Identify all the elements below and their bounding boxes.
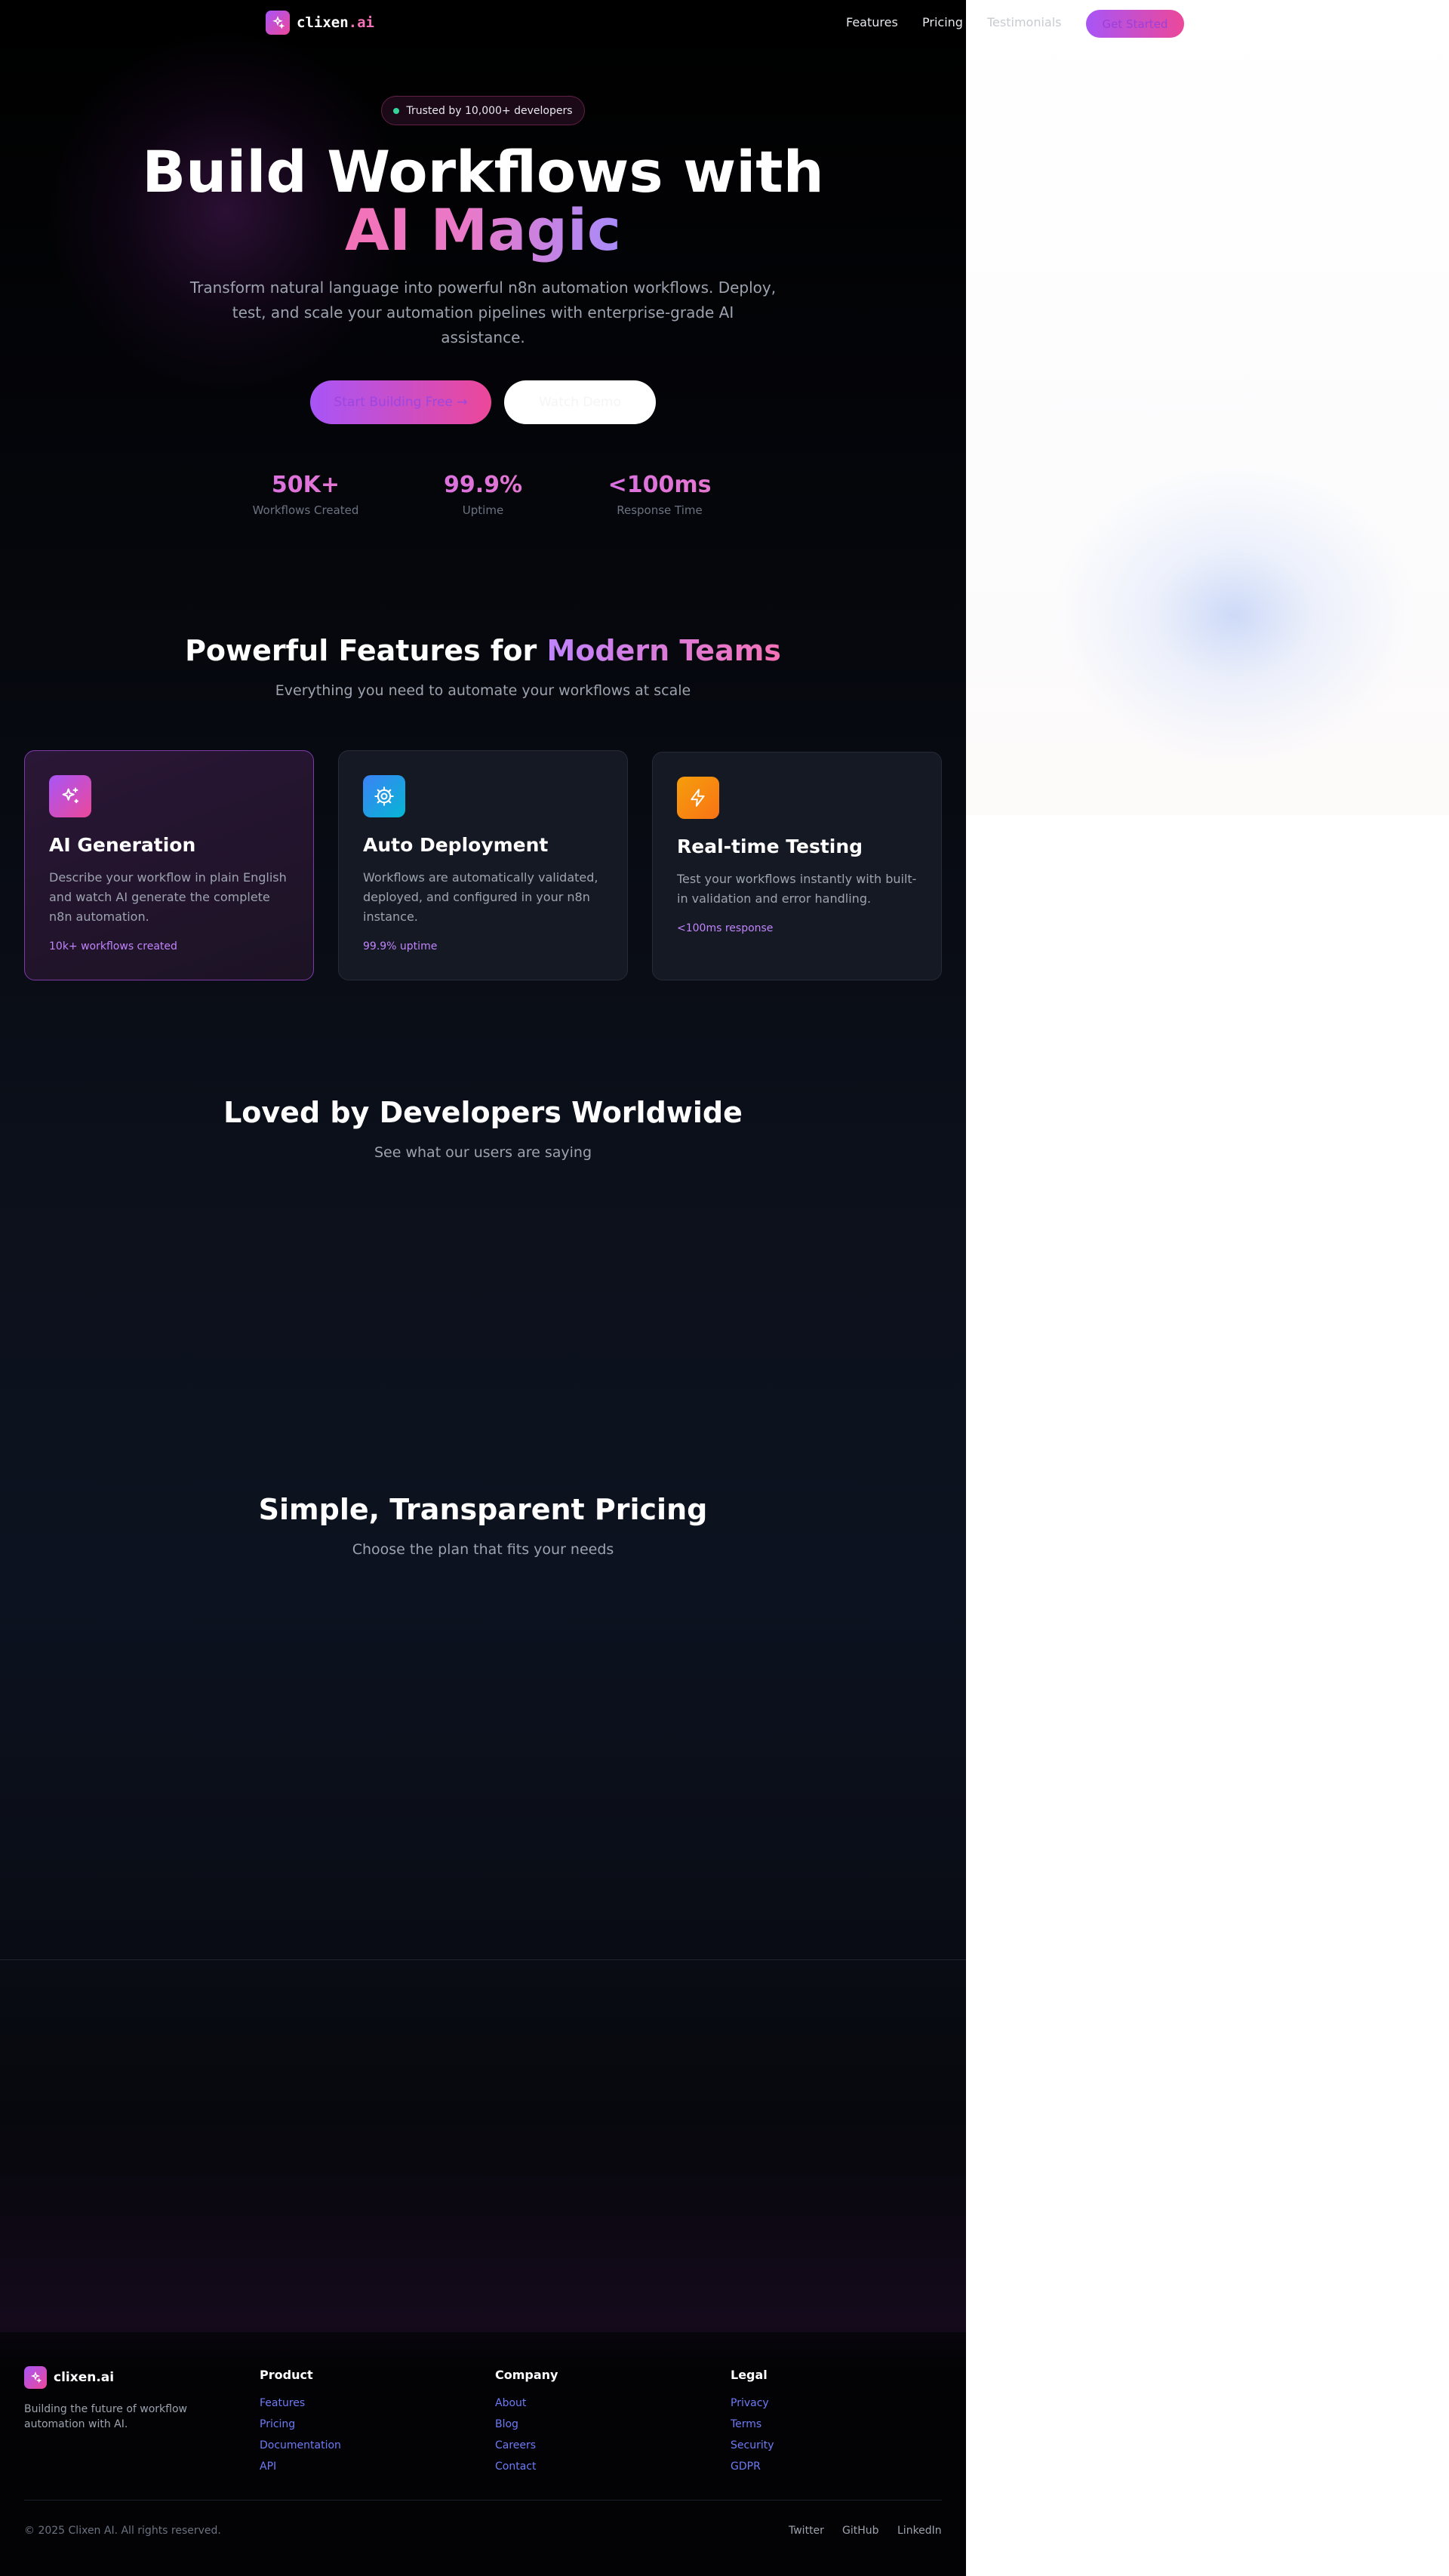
footer-brand: clixen.ai (54, 2370, 115, 2385)
feature-card-realtime-testing[interactable]: Real-time Testing Test your workflows in… (652, 752, 942, 980)
sparkles-icon (49, 775, 91, 817)
card-stat: 10k+ workflows created (49, 940, 177, 953)
status-dot-icon (393, 107, 400, 114)
hero-title: Build Workflows with (142, 138, 824, 205)
stat-label: Workflows Created (252, 503, 359, 517)
nav-link-testimonials[interactable]: Testimonials (987, 15, 1062, 29)
footer-link-security[interactable]: Security (731, 2438, 774, 2459)
card-title: AI Generation (49, 834, 196, 856)
testimonials-title: Loved by Developers Worldwide (223, 1096, 743, 1129)
stat-uptime: 99.9% Uptime (392, 472, 574, 517)
stat-value: 99.9% (392, 472, 574, 499)
watch-demo-button[interactable]: Watch Demo (504, 380, 656, 424)
footer-link-contact[interactable]: Contact (495, 2459, 558, 2480)
card-title: Auto Deployment (363, 834, 549, 856)
footer-column-product: Product Features Pricing Documentation A… (260, 2368, 341, 2480)
social-link-twitter[interactable]: Twitter (789, 2525, 824, 2537)
blank-overlay-area (966, 0, 1449, 815)
footer-link-privacy[interactable]: Privacy (731, 2396, 774, 2417)
stat-workflows: 50K+ Workflows Created (215, 472, 396, 517)
hero-title-accent: AI Magic (345, 196, 621, 263)
nav-link-pricing[interactable]: Pricing (922, 15, 963, 29)
features-subtitle: Everything you need to automate your wor… (275, 682, 691, 699)
footer-link-gdpr[interactable]: GDPR (731, 2459, 774, 2480)
brand-name: clixen.ai (297, 14, 374, 31)
sparkles-icon (24, 2366, 47, 2389)
footer-column-title: Company (495, 2368, 558, 2382)
nav-link-features[interactable]: Features (846, 15, 898, 29)
footer-logo[interactable]: clixen.ai (24, 2366, 114, 2389)
gear-icon (363, 775, 405, 817)
social-link-linkedin[interactable]: LinkedIn (897, 2525, 942, 2537)
stat-label: Response Time (617, 503, 703, 517)
footer-link-features[interactable]: Features (260, 2396, 341, 2417)
nav-logo[interactable]: clixen.ai (266, 11, 374, 35)
footer-column-title: Legal (731, 2368, 768, 2382)
footer-column-title: Product (260, 2368, 313, 2382)
footer-link-blog[interactable]: Blog (495, 2417, 558, 2438)
card-description: Describe your workflow in plain English … (49, 870, 287, 924)
bottom-glow (0, 2113, 966, 2332)
page-content: clixen.ai Trusted by 10,000+ developers … (0, 0, 966, 2576)
stat-response: <100ms Response Time (569, 472, 750, 517)
footer-link-pricing[interactable]: Pricing (260, 2417, 341, 2438)
pricing-title: Simple, Transparent Pricing (258, 1493, 708, 1526)
lightning-icon (677, 777, 719, 819)
features-title: Powerful Features for Modern Teams (185, 634, 781, 667)
start-building-button[interactable]: Start Building Free → (310, 380, 491, 424)
card-stat: <100ms response (677, 922, 774, 934)
footer-link-api[interactable]: API (260, 2459, 341, 2480)
footer-link-careers[interactable]: Careers (495, 2438, 558, 2459)
section-divider (0, 1959, 966, 1960)
stat-value: 50K+ (215, 472, 396, 499)
sparkles-icon (266, 11, 290, 35)
card-description: Workflows are automatically validated, d… (363, 870, 598, 924)
footer-column-company: Company About Blog Careers Contact (495, 2368, 558, 2480)
card-title: Real-time Testing (677, 836, 863, 857)
copyright-text: © 2025 Clixen AI. All rights reserved. (24, 2525, 221, 2537)
footer-link-about[interactable]: About (495, 2396, 558, 2417)
footer-column-legal: Legal Privacy Terms Security GDPR (731, 2368, 774, 2480)
testimonials-subtitle: See what our users are saying (374, 1144, 592, 1161)
card-stat: 99.9% uptime (363, 940, 438, 953)
social-link-github[interactable]: GitHub (842, 2525, 879, 2537)
stat-label: Uptime (462, 503, 504, 517)
feature-card-auto-deployment[interactable]: Auto Deployment Workflows are automatica… (338, 750, 628, 980)
hero-subtitle: Transform natural language into powerful… (189, 279, 777, 346)
badge-text: Trusted by 10,000+ developers (406, 104, 573, 117)
footer-link-documentation[interactable]: Documentation (260, 2438, 341, 2459)
footer-link-terms[interactable]: Terms (731, 2417, 774, 2438)
footer-tagline: Building the future of workflow automati… (24, 2403, 188, 2430)
pricing-subtitle: Choose the plan that fits your needs (352, 1541, 614, 1558)
stat-value: <100ms (569, 472, 750, 499)
footer-divider (24, 2500, 942, 2501)
trust-badge: Trusted by 10,000+ developers (381, 96, 585, 125)
get-started-button[interactable]: Get Started (1086, 10, 1184, 38)
card-description: Test your workflows instantly with built… (677, 872, 917, 906)
feature-card-ai-generation[interactable]: AI Generation Describe your workflow in … (24, 750, 314, 980)
